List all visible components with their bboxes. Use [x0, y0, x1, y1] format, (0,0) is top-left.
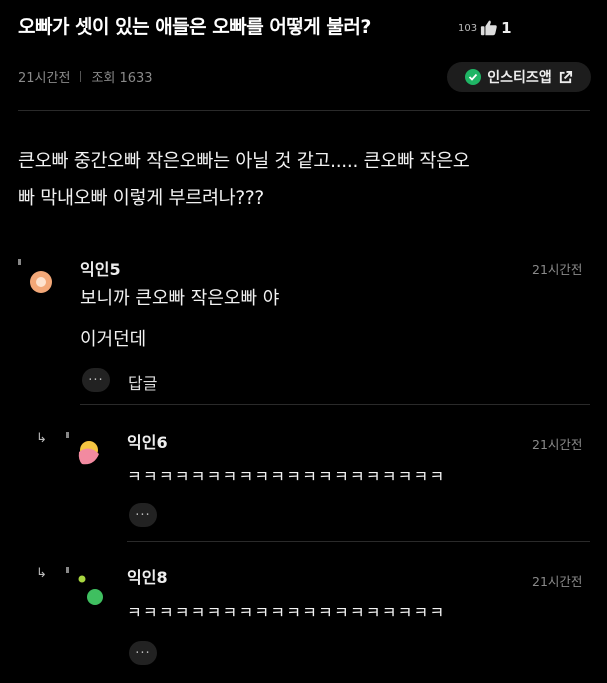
more-button[interactable]: ···: [129, 641, 157, 665]
comment-text: ㅋㅋㅋㅋㅋㅋㅋㅋㅋㅋㅋㅋㅋㅋㅋㅋㅋㅋㅋㅋ: [127, 467, 446, 486]
external-link-icon: [559, 70, 572, 83]
comment-nickname[interactable]: 익인6: [127, 429, 168, 453]
comment-marker: [66, 567, 69, 573]
post-time: 21시간전: [18, 71, 71, 86]
comment-divider: [127, 541, 590, 542]
post-views: 조회 1633: [91, 71, 153, 86]
post-meta: 21시간전 조회 1633: [18, 67, 153, 86]
avatar: [78, 441, 99, 465]
comment-text: 이거던데: [80, 329, 147, 350]
meta-divider: [80, 71, 82, 82]
reply-arrow-icon: ↳: [36, 431, 47, 446]
comment-text: ㅋㅋㅋㅋㅋㅋㅋㅋㅋㅋㅋㅋㅋㅋㅋㅋㅋㅋㅋㅋ: [127, 603, 446, 622]
like-area[interactable]: 103 1: [458, 19, 512, 37]
post-title: 오빠가 셋이 있는 애들은 오빠를 어떻게 불러?: [18, 16, 371, 38]
comment-time: 21시간전: [532, 262, 583, 277]
reply-button[interactable]: 답글: [128, 370, 157, 394]
views-count: 103: [458, 22, 478, 34]
check-circle-icon: [465, 69, 482, 85]
comment-nickname[interactable]: 익인5: [80, 256, 121, 280]
post-header: 오빠가 셋이 있는 애들은 오빠를 어떻게 불러? 103 1 21시간전 조회…: [0, 0, 607, 110]
avatar: [78, 575, 103, 605]
more-button[interactable]: ···: [82, 368, 110, 392]
reply-arrow-icon: ↳: [36, 566, 47, 581]
more-button[interactable]: ···: [129, 503, 157, 527]
comment-marker: [18, 259, 21, 265]
comment-text: 보니까 큰오빠 작은오빠 야: [80, 288, 280, 309]
open-app-label: 인스티즈앱: [487, 70, 552, 86]
header-divider: [18, 110, 590, 111]
comment-marker: [66, 432, 69, 438]
post-body-line: 빠 막내오빠 이렇게 부르려나???: [18, 188, 264, 209]
comment-time: 21시간전: [532, 574, 583, 589]
comment-time: 21시간전: [532, 437, 583, 452]
post-body-line: 큰오빠 중간오빠 작은오빠는 아닐 것 같고..... 큰오빠 작은오: [18, 151, 470, 172]
like-count: 1: [501, 19, 512, 37]
avatar: [30, 271, 52, 293]
thumbs-up-icon[interactable]: [480, 19, 498, 37]
open-app-button[interactable]: 인스티즈앱: [447, 62, 591, 92]
comment-divider: [80, 404, 590, 405]
comment-nickname[interactable]: 익인8: [127, 564, 168, 588]
post-body: 큰오빠 중간오빠 작은오빠는 아닐 것 같고..... 큰오빠 작은오 빠 막내…: [18, 143, 593, 217]
